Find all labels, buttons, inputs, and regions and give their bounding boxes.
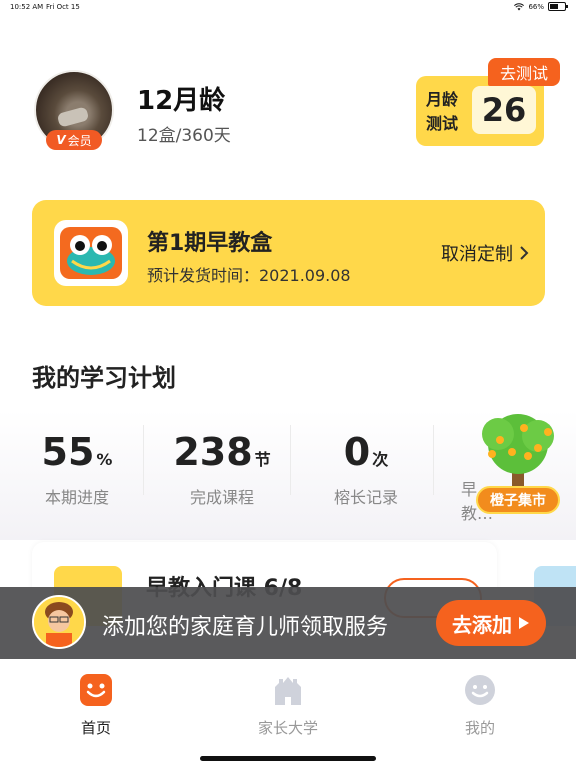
stat-unit: 节	[254, 450, 271, 469]
go-test-button[interactable]: 去测试	[488, 58, 560, 86]
banner-text: 添加您的家庭育儿师领取服务	[102, 615, 389, 640]
orange-tree-icon	[482, 414, 554, 486]
stat-unit: 次	[372, 450, 389, 469]
status-date: Fri Oct 15	[46, 3, 80, 11]
stat-unit: %	[96, 450, 113, 469]
wifi-icon	[514, 2, 525, 10]
age-title: 12月龄	[137, 86, 226, 116]
vip-letter: V	[56, 133, 66, 147]
profile-avatar[interactable]: V 会员	[34, 70, 114, 150]
subscription-info: 12盒/360天	[137, 126, 231, 146]
home-indicator[interactable]	[200, 756, 376, 761]
battery-percent: 66%	[528, 2, 544, 11]
smile-face-icon	[80, 674, 112, 706]
stat-value: 0	[343, 430, 371, 474]
stat-records[interactable]: 0次 榕长记录	[306, 430, 426, 508]
chevron-right-icon	[520, 246, 529, 260]
cancel-customization-button[interactable]: 取消定制	[441, 240, 529, 266]
orange-market-label: 橙子集市	[476, 486, 560, 514]
age-test-label: 月龄测试	[426, 90, 459, 133]
stat-progress[interactable]: 55% 本期进度	[17, 430, 137, 508]
status-bar: 10:52 AM Fri Oct 15 66%	[0, 0, 576, 14]
stat-value: 238	[173, 430, 253, 474]
tab-bar: 首页 家长大学 我的	[0, 659, 576, 768]
add-advisor-banner[interactable]: 添加您的家庭育儿师领取服务 去添加	[0, 587, 576, 659]
go-add-label: 去添加	[452, 612, 512, 637]
stat-courses[interactable]: 238 节 完成课程	[162, 430, 282, 508]
vip-badge: V 会员	[46, 130, 102, 150]
tab-parent-university[interactable]: 家长大学	[238, 673, 338, 738]
orange-market-button[interactable]: 橙子集市	[468, 410, 568, 520]
stat-label: 榕长记录	[333, 488, 398, 507]
stat-label: 完成课程	[189, 488, 254, 507]
tab-label: 我的	[464, 719, 495, 737]
play-triangle-icon	[519, 617, 529, 629]
castle-icon	[275, 677, 301, 705]
tab-home[interactable]: 首页	[46, 673, 146, 738]
divider	[290, 425, 291, 495]
section-title: 我的学习计划	[32, 364, 176, 392]
age-test-card[interactable]: 月龄测试 26	[416, 76, 544, 146]
box-ship-date: 预计发货时间：2021.09.08	[147, 266, 351, 285]
divider	[143, 425, 144, 495]
early-edu-box-card[interactable]: 第1期早教盒 预计发货时间：2021.09.08 取消定制	[32, 200, 545, 306]
advisor-avatar	[32, 595, 86, 649]
battery-icon	[548, 2, 568, 11]
stat-value: 55	[41, 430, 95, 474]
profile-face-icon	[465, 675, 495, 705]
status-time: 10:52 AM	[10, 3, 44, 11]
age-test-value: 26	[472, 86, 536, 134]
box-title: 第1期早教盒	[147, 231, 273, 256]
stat-label: 本期进度	[44, 488, 109, 507]
cancel-label: 取消定制	[441, 244, 513, 265]
divider	[433, 425, 434, 495]
tab-label: 家长大学	[257, 719, 318, 737]
go-add-button[interactable]: 去添加	[436, 600, 546, 646]
tab-mine[interactable]: 我的	[430, 673, 530, 738]
box-monster-icon	[54, 220, 128, 286]
tab-label: 首页	[80, 719, 111, 737]
vip-label: 会员	[67, 133, 92, 148]
